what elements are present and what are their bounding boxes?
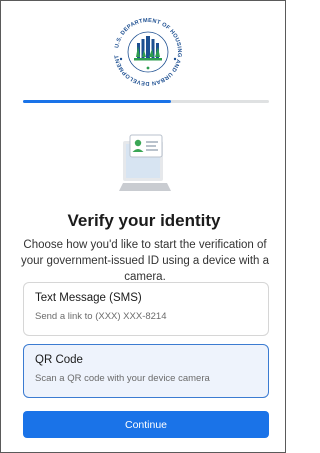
id-card-computer-icon	[119, 134, 171, 191]
option-sms[interactable]: Text Message (SMS) Send a link to (XXX) …	[23, 282, 269, 336]
option-qr-code-subtitle: Scan a QR code with your device camera	[35, 373, 210, 384]
progress-bar-fill	[23, 100, 171, 103]
continue-button[interactable]: Continue	[23, 411, 269, 438]
option-qr-code[interactable]: QR Code Scan a QR code with your device …	[23, 344, 269, 398]
option-sms-title: Text Message (SMS)	[35, 292, 142, 304]
page-title: Verify your identity	[67, 211, 221, 230]
hud-seal-logo: U.S. DEPARTMENT OF HOUSING AND URBAN DEV…	[111, 15, 185, 89]
verification-card: U.S. DEPARTMENT OF HOUSING AND URBAN DEV…	[0, 0, 286, 453]
progress-bar	[23, 100, 269, 103]
page-description: Choose how you'd like to start the verif…	[20, 239, 269, 283]
option-sms-subtitle: Send a link to (XXX) XXX-8214	[35, 311, 167, 322]
option-qr-code-title: QR Code	[35, 354, 83, 366]
